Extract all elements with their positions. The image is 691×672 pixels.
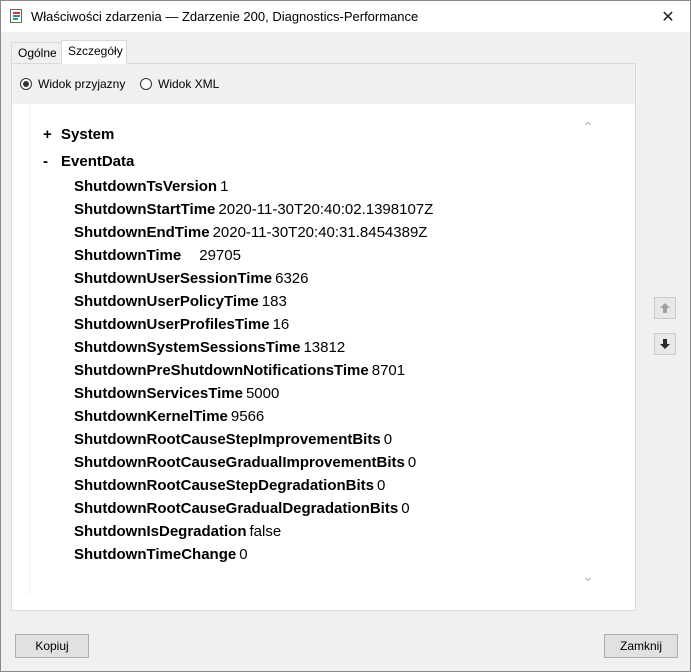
chevron-down-icon[interactable]: ⌄ xyxy=(581,569,595,583)
field-name: ShutdownIsDegradation xyxy=(74,523,247,540)
field-row: ShutdownIsDegradation false xyxy=(74,523,433,546)
field-value: 0 xyxy=(239,546,248,563)
field-row: ShutdownRootCauseStepDegradationBits 0 xyxy=(74,477,433,500)
event-properties-window: Właściwości zdarzenia — Zdarzenie 200, D… xyxy=(0,0,691,672)
field-name: ShutdownUserProfilesTime xyxy=(74,316,270,333)
field-row: ShutdownRootCauseStepImprovementBits 0 xyxy=(74,431,433,454)
field-value: 16 xyxy=(272,316,290,333)
field-row: ShutdownStartTime 2020-11-30T20:40:02.139… xyxy=(74,201,433,224)
field-name: ShutdownPreShutdownNotificationsTime xyxy=(74,362,369,379)
field-name: ShutdownTsVersion xyxy=(74,178,218,195)
radio-friendly-label: Widok przyjazny xyxy=(38,77,126,91)
copy-button[interactable]: Kopiuj xyxy=(15,634,89,658)
field-row: ShutdownEndTime 2020-11-30T20:40:31.84543… xyxy=(74,224,433,247)
field-name: ShutdownStartTime xyxy=(74,201,216,218)
field-row: ShutdownTime 29705 xyxy=(74,247,433,270)
field-value: 0 xyxy=(401,500,410,517)
radio-xml-view[interactable]: Widok XML xyxy=(140,76,219,92)
field-value: 8701 xyxy=(371,362,406,379)
field-value: 1 xyxy=(220,178,229,195)
field-row: ShutdownUserSessionTime 6326 xyxy=(74,270,433,293)
field-value: 0 xyxy=(377,477,386,494)
field-value: 9566 xyxy=(230,408,265,425)
field-row: ShutdownServicesTime 5000 xyxy=(74,385,433,408)
field-name: ShutdownSystemSessionsTime xyxy=(74,339,301,356)
field-row: ShutdownSystemSessionsTime 13812 xyxy=(74,339,433,362)
field-value: 6326 xyxy=(275,270,309,287)
field-row: ShutdownTsVersion 1 xyxy=(74,178,433,201)
field-value: 2020-11-30T20:40:02.1398107Z xyxy=(218,201,434,218)
field-name: ShutdownKernelTime xyxy=(74,408,228,425)
field-row: ShutdownKernelTime 9566 xyxy=(74,408,433,431)
radio-xml-label: Widok XML xyxy=(158,77,220,91)
close-icon: ✕ xyxy=(661,8,675,26)
field-value: 5000 xyxy=(245,385,280,402)
arrow-up-icon xyxy=(660,303,670,313)
title-bar[interactable]: Właściwości zdarzenia — Zdarzenie 200, D… xyxy=(1,1,690,32)
radio-selected-icon xyxy=(20,78,32,90)
field-row: ShutdownPreShutdownNotificationsTime 8701 xyxy=(74,362,433,385)
field-name: ShutdownTime xyxy=(74,247,182,264)
view-mode-bar: Widok przyjazny Widok XML xyxy=(12,64,635,104)
event-data-view[interactable]: ⌃ ⌄ + System - EventData ShutdownTsVersion… xyxy=(29,104,603,595)
field-name: ShutdownEndTime xyxy=(74,224,210,241)
next-event-button[interactable] xyxy=(654,333,676,355)
details-panel: Widok przyjazny Widok XML ⌃ ⌄ + System -E… xyxy=(11,63,636,611)
field-name: ShutdownRootCauseGradualDegradationBits xyxy=(74,500,399,517)
tree-node-eventdata[interactable]: - EventData xyxy=(43,153,134,170)
tree-node-label: System xyxy=(61,126,115,143)
arrow-down-icon xyxy=(660,339,670,349)
collapse-icon[interactable]: - xyxy=(43,153,61,170)
event-properties-icon xyxy=(10,9,22,23)
field-row: ShutdownTimeChange 0 xyxy=(74,546,433,569)
field-value: false xyxy=(249,523,282,540)
field-name: ShutdownServicesTime xyxy=(74,385,243,402)
close-button[interactable]: Zamknij xyxy=(604,634,678,658)
field-value: 2020-11-30T20:40:31.8454389Z xyxy=(212,224,428,241)
radio-unselected-icon xyxy=(140,78,152,90)
event-data-fields: ShutdownTsVersion 1 ShutdownStartTime 2020… xyxy=(74,178,433,569)
field-name: ShutdownUserSessionTime xyxy=(74,270,273,287)
field-row: ShutdownUserPolicyTime 183 xyxy=(74,293,433,316)
field-value: 13812 xyxy=(303,339,346,356)
close-window-button[interactable]: ✕ xyxy=(646,1,690,32)
radio-friendly-view[interactable]: Widok przyjazny xyxy=(20,76,125,92)
tab-details[interactable]: Szczegóły xyxy=(61,40,127,64)
field-value: 0 xyxy=(407,454,417,471)
field-name: ShutdownRootCauseGradualImprovementBits xyxy=(74,454,405,471)
window-title: Właściwości zdarzenia — Zdarzenie 200, D… xyxy=(31,9,419,24)
tree-node-label: EventData xyxy=(61,153,135,170)
field-row: ShutdownRootCauseGradualDegradationBits 0 xyxy=(74,500,433,523)
field-name: ShutdownRootCauseStepImprovementBits xyxy=(74,431,381,448)
field-value: 183 xyxy=(261,293,287,310)
field-row: ShutdownUserProfilesTime 16 xyxy=(74,316,433,339)
previous-event-button[interactable] xyxy=(654,297,676,319)
field-name: ShutdownTimeChange xyxy=(74,546,237,563)
field-name: ShutdownUserPolicyTime xyxy=(74,293,259,310)
tab-general[interactable]: Ogólne xyxy=(11,42,62,63)
expand-icon[interactable]: + xyxy=(43,126,61,143)
field-value: 29705 xyxy=(199,247,241,264)
field-name: ShutdownRootCauseStepDegradationBits xyxy=(74,477,375,494)
chevron-up-icon[interactable]: ⌃ xyxy=(581,120,595,134)
field-row: ShutdownRootCauseGradualImprovementBits 0 xyxy=(74,454,433,477)
tree-node-system[interactable]: + System xyxy=(43,126,114,143)
field-value: 0 xyxy=(383,431,393,448)
